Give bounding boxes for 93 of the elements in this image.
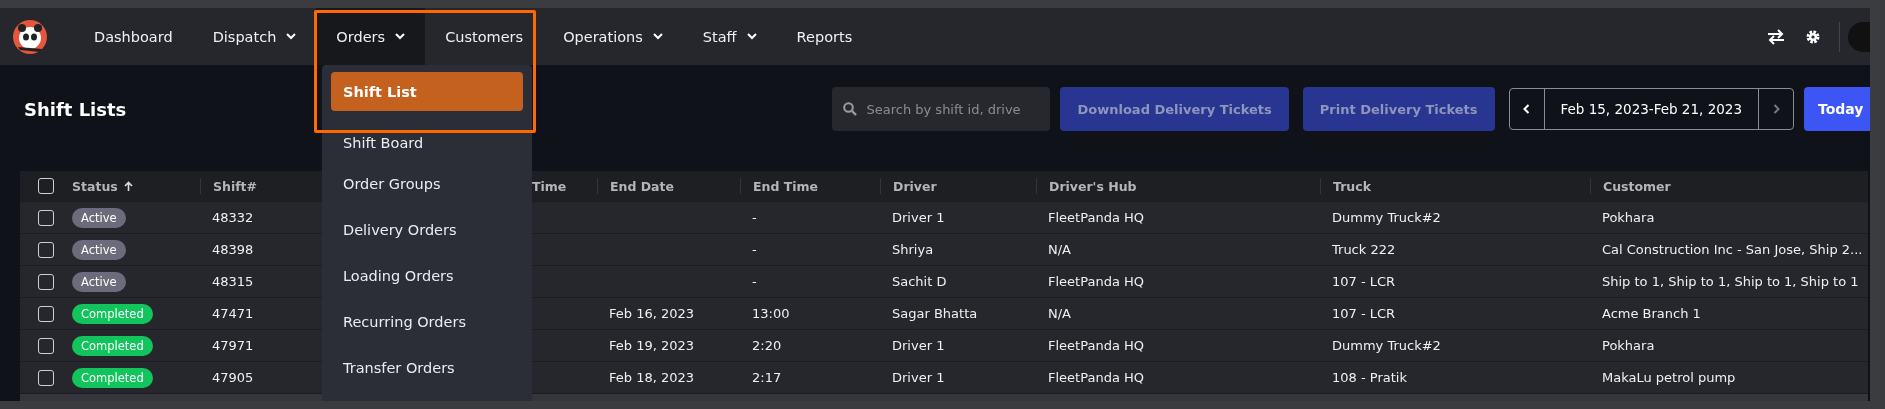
table-cell: Feb 16, 2023	[609, 306, 695, 321]
column-header[interactable]: Driver's Hub	[1049, 178, 1137, 194]
column-header[interactable]: Customer	[1603, 178, 1671, 194]
table-cell: 107 - LCR	[1332, 306, 1396, 321]
column-header[interactable]: End Time	[753, 178, 819, 194]
column-header[interactable]: End Date	[610, 178, 674, 194]
status-badge: Active	[72, 271, 126, 292]
table-cell: 47905	[212, 370, 254, 385]
table-cell: Ship to 1, Ship to 1, Ship to 1, Ship to 1	[1602, 274, 1859, 289]
status-badge: Completed	[72, 367, 153, 388]
column-header[interactable]: Truck	[1333, 178, 1371, 194]
table-cell: -	[752, 274, 757, 289]
nav-item[interactable]: Reports	[776, 8, 873, 65]
chevron-left-icon	[1523, 104, 1530, 114]
table-cell: 47971	[212, 338, 254, 353]
table-cell: Feb 18, 2023	[609, 370, 695, 385]
menu-item[interactable]: Recurring Orders	[331, 302, 523, 341]
menu-item[interactable]: Transfer Orders	[331, 348, 523, 387]
table-cell: N/A	[1048, 306, 1071, 321]
swap-arrows-icon[interactable]	[1767, 28, 1785, 45]
table-cell: Pokhara	[1602, 338, 1655, 353]
table-cell: 2:20	[752, 338, 782, 353]
status-badge: Completed	[72, 335, 153, 356]
table-cell: 48332	[212, 210, 254, 225]
table-cell: Pokhara	[1602, 210, 1655, 225]
column-header[interactable]: Shift#	[213, 178, 258, 194]
status-badge: Active	[72, 207, 126, 228]
checkbox[interactable]	[38, 209, 54, 226]
page-title: Shift Lists	[24, 98, 128, 120]
today-button[interactable]: Today	[1804, 87, 1870, 131]
search-field[interactable]: Search by shift id, drive	[832, 87, 1051, 131]
table-cell: 107 - LCR	[1332, 274, 1396, 289]
nav-item[interactable]: Operations	[543, 8, 683, 65]
table-cell: Driver 1	[892, 370, 945, 385]
sort-arrow-icon[interactable]	[123, 180, 133, 192]
table-cell: 108 - Pratik	[1332, 370, 1407, 385]
table-cell: 48315	[212, 274, 254, 289]
column-header[interactable]: Status	[72, 178, 133, 194]
status-badge: Active	[72, 239, 126, 260]
table-cell: 48398	[212, 242, 254, 257]
chevron-down-icon	[652, 33, 663, 40]
table-cell: 2:17	[752, 370, 782, 385]
menu-item[interactable]: Loading Orders	[331, 256, 523, 295]
table-cell: Acme Branch 1	[1602, 306, 1701, 321]
table-cell: FleetPanda HQ	[1048, 210, 1144, 225]
search-icon	[843, 102, 858, 116]
table-cell: Cal Construction Inc - San Jose, Ship 2...	[1602, 242, 1863, 257]
nav-item[interactable]: Staff	[682, 8, 777, 65]
menu-item[interactable]: Shift Board	[331, 123, 523, 162]
checkbox[interactable]	[38, 241, 54, 258]
table-cell: Dummy Truck#2	[1332, 210, 1441, 225]
table-cell: Shriya	[892, 242, 934, 257]
checkbox[interactable]	[38, 305, 54, 322]
menu-item[interactable]: Delivery Orders	[331, 210, 523, 249]
table-cell: Dummy Truck#2	[1332, 338, 1441, 353]
chevron-right-icon	[1772, 104, 1780, 114]
checkbox[interactable]	[38, 273, 54, 290]
table-cell: Driver 1	[892, 338, 945, 353]
ticket-button[interactable]: Download Delivery Tickets	[1060, 87, 1289, 131]
table-cell: Truck 222	[1332, 242, 1396, 257]
table-cell: Driver 1	[892, 210, 945, 225]
table-cell: 13:00	[752, 306, 790, 321]
checkbox[interactable]	[38, 178, 54, 194]
column-header[interactable]: Driver	[893, 178, 937, 194]
table-cell: FleetPanda HQ	[1048, 370, 1144, 385]
table-cell: Sachit D	[892, 274, 947, 289]
table-cell: -	[752, 210, 757, 225]
nav-item[interactable]: Dispatch	[192, 8, 317, 65]
menu-item[interactable]: Shift List	[331, 72, 523, 111]
checkbox[interactable]	[38, 369, 54, 386]
table-cell: Sagar Bhatta	[892, 306, 978, 321]
nav-item[interactable]: Orders	[316, 8, 426, 65]
table-cell: FleetPanda HQ	[1048, 338, 1144, 353]
table-cell: 47471	[212, 306, 254, 321]
settings-icon[interactable]	[1805, 28, 1821, 45]
nav-item[interactable]: Dashboard	[74, 8, 193, 65]
chevron-down-icon	[395, 33, 406, 40]
table-cell: FleetPanda HQ	[1048, 274, 1144, 289]
table-cell: -	[752, 242, 757, 257]
ticket-button[interactable]: Print Delivery Tickets	[1302, 87, 1495, 131]
date-range-picker[interactable]: Feb 15, 2023-Feb 21, 2023	[1508, 88, 1794, 130]
column-header[interactable]: Time	[532, 178, 567, 194]
table-cell: N/A	[1048, 242, 1071, 257]
panda-logo-icon[interactable]	[12, 18, 48, 55]
checkbox[interactable]	[38, 337, 54, 354]
menu-item[interactable]: Order Groups	[331, 164, 523, 203]
status-badge: Completed	[72, 303, 153, 324]
chevron-down-icon	[746, 33, 757, 40]
table-cell: MakaLu petrol pump	[1602, 370, 1736, 385]
chevron-down-icon	[286, 33, 297, 40]
date-range-text: Feb 15, 2023-Feb 21, 2023	[1543, 89, 1759, 129]
nav-item[interactable]: Customers	[425, 8, 544, 65]
table-cell: Feb 19, 2023	[609, 338, 695, 353]
